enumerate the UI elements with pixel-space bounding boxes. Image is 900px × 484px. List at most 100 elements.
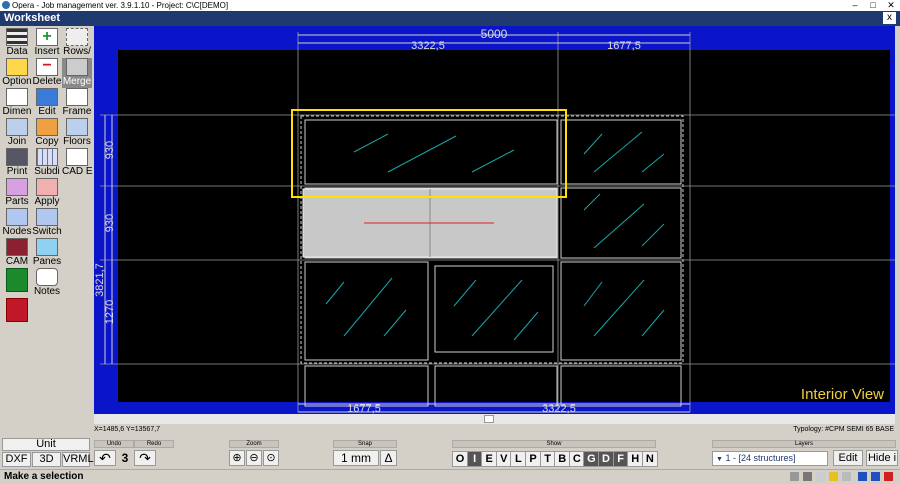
layers-dropdown[interactable]: ▼ 1 - [24 structures] [712,451,828,466]
stop-icon[interactable] [871,472,880,481]
show-button-t[interactable]: T [539,451,556,467]
close-button[interactable]: ✕ [882,0,900,11]
dim-left-1[interactable]: 930 [104,141,116,159]
scrollbar-thumb[interactable] [484,415,494,423]
zoom-fit-button[interactable]: ⊙ [263,450,279,466]
dim-bottom-right[interactable]: 3322,5 [542,403,576,414]
floors-button[interactable]: Floors [62,118,92,148]
show-button-n[interactable]: N [641,451,658,467]
dim-left-total[interactable]: 3821,7 [94,263,106,297]
insert-button[interactable]: + Insert [32,28,62,58]
zoom-in-icon: ⊕ [232,452,242,464]
panes-button[interactable]: Panes [32,238,62,268]
apply-button[interactable]: Apply [32,178,62,208]
notes-button[interactable]: Notes [32,268,62,298]
subdivide-grid-icon [36,148,58,166]
undo-arrow-icon: ↶ [99,450,111,466]
drawing-svg[interactable]: 5000 3322,5 1677,5 1677,5 3322,5 3821,7 … [94,26,895,414]
dim-top-left[interactable]: 3322,5 [411,40,445,52]
edit-button[interactable]: Edit [32,88,62,118]
worksheet-title: Worksheet [4,12,61,24]
zoom-in-button[interactable]: ⊕ [229,450,245,466]
dim-left-3[interactable]: 1270 [104,300,116,324]
layers-hide-button[interactable]: Hide i [866,450,898,466]
show-button-i[interactable]: I [466,451,483,467]
opera-logo-icon [6,268,28,292]
dxf-button[interactable]: DXF [2,452,31,467]
dim-top-right[interactable]: 1677,5 [607,40,641,52]
show-button-h[interactable]: H [627,451,644,467]
undo-button[interactable]: ↶ [94,450,116,466]
cam-button[interactable]: CAM [2,238,32,268]
show-button-v[interactable]: V [495,451,512,467]
settings-icon[interactable] [842,472,851,481]
snap-value-button[interactable]: 1 mm [333,450,379,466]
layers-edit-button[interactable]: Edit [833,450,863,466]
zoom-fit-icon: ⊙ [266,452,276,464]
merge-icon [66,58,88,76]
horizontal-scrollbar[interactable] [94,414,895,424]
dropdown-arrow-icon: ▼ [716,456,723,463]
show-button-d[interactable]: D [598,451,614,467]
dim-left-2[interactable]: 930 [104,214,116,232]
data-list-icon [6,28,28,46]
notes-speech-icon [36,268,58,286]
show-button-l[interactable]: L [510,451,527,467]
show-button-g[interactable]: G [583,451,600,467]
show-button-f[interactable]: F [612,451,629,467]
dim-total[interactable]: 5000 [481,27,508,41]
rows-button[interactable]: Rows/ [62,28,92,58]
floors-icon [66,118,88,136]
parts-button[interactable]: Parts [2,178,32,208]
merge-button[interactable]: Merge [62,58,92,88]
status-text: Make a selection [4,471,84,482]
show-button-c[interactable]: C [568,451,585,467]
minimize-button[interactable]: – [846,0,864,11]
option-button[interactable]: Option [2,58,32,88]
dim-bottom-left[interactable]: 1677,5 [347,403,381,414]
data-button[interactable]: Data [2,28,32,58]
show-button-p[interactable]: P [525,451,541,467]
parts-icon [6,178,28,196]
typology-label: Typology: #CPM SEMI 65 BASE [793,426,894,433]
dimension-icon [6,88,28,106]
apply-icon [36,178,58,196]
document-icon[interactable] [803,472,812,481]
worksheet-close-button[interactable]: x [883,12,896,24]
undo-title: Undo [94,440,134,448]
nodes-icon [6,208,28,226]
close-red-icon[interactable] [884,472,893,481]
sheet-icon[interactable] [816,472,825,481]
opera-logo-button[interactable] [2,268,32,298]
show-title: Show [452,440,656,448]
show-button-e[interactable]: E [481,451,498,467]
delete-button[interactable]: − Delete [32,58,62,88]
panes-icon [36,238,58,256]
redo-button[interactable]: ↷ [134,450,156,466]
unit-button[interactable]: Unit [2,438,90,451]
maximize-button[interactable]: □ [864,0,882,11]
subdivide-button[interactable]: Subdi [32,148,62,178]
redo-arrow-icon: ↷ [139,450,151,466]
pause-icon[interactable] [858,472,867,481]
vrml-button[interactable]: VRML [62,452,94,467]
rows-icon [66,28,88,46]
snap-delta-button[interactable]: Δ [380,450,397,466]
window-title: Opera - Job management ver. 3.9.1.10 - P… [12,1,229,10]
cad-export-button[interactable]: CAD E [62,148,93,178]
undo-count: 3 [121,451,129,465]
show-button-o[interactable]: O [452,451,468,467]
dimension-button[interactable]: Dimen [2,88,32,118]
copy-button[interactable]: Copy [32,118,62,148]
3d-button[interactable]: 3D [32,452,61,467]
frame-button[interactable]: Frame [62,88,92,118]
nodes-button[interactable]: Nodes [2,208,32,238]
pencil-icon[interactable] [829,472,838,481]
mail-icon[interactable] [790,472,799,481]
switch-button[interactable]: Switch [32,208,62,238]
print-button[interactable]: Print [2,148,32,178]
zoom-out-button[interactable]: ⊖ [246,450,262,466]
exit-button[interactable] [2,298,32,328]
join-button[interactable]: Join [2,118,32,148]
show-button-b[interactable]: B [554,451,571,467]
